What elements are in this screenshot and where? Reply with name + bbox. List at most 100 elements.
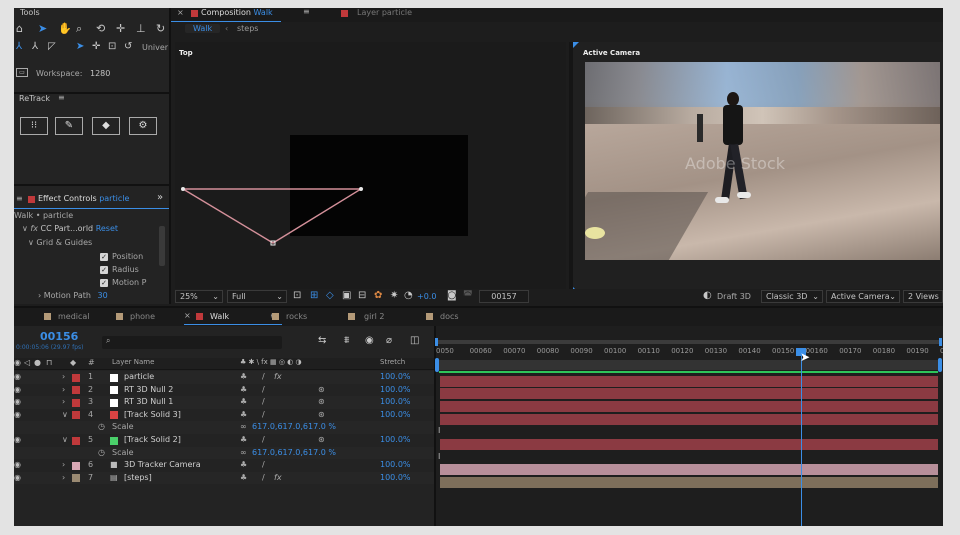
- time-ruler[interactable]: 0050 00060 00070 00080 00090 00100 00110 00120 0…: [436, 347, 943, 359]
- universal-label[interactable]: Univer: [142, 43, 168, 52]
- expand-arrow-icon[interactable]: ›: [62, 396, 65, 409]
- timecode-field[interactable]: 00157: [479, 290, 529, 303]
- shy-switch-icon[interactable]: ♣: [240, 396, 247, 409]
- link-icon[interactable]: ∞: [240, 447, 247, 460]
- col-stretch[interactable]: Stretch: [380, 358, 405, 366]
- eye-toggle-icon[interactable]: ◉: [14, 459, 21, 472]
- expand-arrow-icon[interactable]: ∨: [28, 238, 34, 247]
- snapshot-icon[interactable]: ◙: [447, 290, 457, 301]
- label-swatch[interactable]: [72, 411, 80, 420]
- home-icon[interactable]: ⌂: [16, 22, 23, 35]
- scale-property-row[interactable]: ◷ Scale ∞ 617.0,617.0,617.0 %: [14, 446, 434, 460]
- scale-value[interactable]: 617.0,617.0,617.0 %: [252, 447, 336, 460]
- expand-arrow-icon[interactable]: ∨: [22, 224, 28, 233]
- layer-stretch[interactable]: 100.0%: [380, 371, 411, 384]
- footage-frame[interactable]: Adobe Stock: [585, 62, 940, 260]
- axis-world-icon[interactable]: ⅄: [32, 41, 38, 52]
- close-icon[interactable]: ×: [177, 8, 184, 17]
- shy-switch-icon[interactable]: ♣: [240, 409, 247, 422]
- tab-rocks[interactable]: rocks: [286, 312, 307, 321]
- quality-switch-icon[interactable]: /: [262, 384, 265, 397]
- axis-local-icon[interactable]: ⅄: [16, 41, 22, 52]
- motion-path-value[interactable]: 30: [98, 291, 108, 300]
- layer-duration-bar[interactable]: [440, 476, 938, 488]
- draft-icon[interactable]: ⌀: [386, 335, 392, 346]
- label-swatch[interactable]: [72, 461, 80, 470]
- zoom-dropdown[interactable]: 25% ⌄: [175, 290, 223, 303]
- 3d-layer-icon[interactable]: ⊛: [318, 434, 325, 447]
- resolution-dropdown[interactable]: Full ⌄: [227, 290, 287, 303]
- layer-name[interactable]: RT 3D Null 1: [124, 396, 173, 409]
- eye-toggle-icon[interactable]: ◉: [14, 384, 21, 397]
- checkbox-icon[interactable]: ✓: [100, 278, 108, 287]
- quality-switch-icon[interactable]: /: [262, 434, 265, 447]
- layer-tab[interactable]: Layer particle: [357, 8, 412, 17]
- tab-walk[interactable]: Walk: [210, 312, 229, 321]
- quality-switch-icon[interactable]: /: [262, 472, 265, 485]
- expand-arrow-icon[interactable]: ›: [62, 459, 65, 472]
- workspace-value[interactable]: 1280: [90, 69, 110, 78]
- exposure-value[interactable]: +0.0: [417, 292, 436, 301]
- layer-row[interactable]: ◉ ∨ 4 [Track Solid 3] ♣ / ⊛ 100.0%: [14, 408, 434, 422]
- move-tool-icon[interactable]: ✛: [116, 22, 125, 35]
- retrack-settings-button[interactable]: ⚙: [129, 117, 157, 135]
- rotate-small-icon[interactable]: ↺: [124, 41, 132, 52]
- shy-switch-icon[interactable]: ♣: [240, 371, 247, 384]
- camera-path[interactable]: [175, 42, 566, 293]
- graph-editor-icon[interactable]: ◫: [410, 335, 419, 346]
- show-snapshot-icon[interactable]: ◚: [463, 290, 473, 301]
- shy-switch-icon[interactable]: ♣: [240, 434, 247, 447]
- retrack-keyframe-button[interactable]: ◆: [92, 117, 120, 135]
- layer-duration-bar[interactable]: [440, 388, 938, 400]
- crosshair-icon[interactable]: ✛: [92, 41, 100, 52]
- expand-arrow-icon[interactable]: ∨: [62, 434, 68, 447]
- close-icon[interactable]: ×: [184, 311, 191, 320]
- scale-property-row[interactable]: ◷ Scale ∞ 617.0,617.0,617.0 %: [14, 421, 434, 434]
- layer-duration-bar[interactable]: [440, 438, 938, 450]
- layer-stretch[interactable]: 100.0%: [380, 396, 411, 409]
- tab-medical[interactable]: medical: [58, 312, 90, 321]
- work-area-bar[interactable]: [435, 338, 942, 346]
- layer-stretch[interactable]: 100.0%: [380, 459, 411, 472]
- eye-toggle-icon[interactable]: ◉: [14, 396, 21, 409]
- layer-name[interactable]: [Track Solid 2]: [124, 434, 181, 447]
- renderer-dropdown[interactable]: Classic 3D ⌄: [761, 290, 823, 303]
- guides-icon[interactable]: ▣: [342, 290, 351, 301]
- effect-controls-tab[interactable]: Effect Controls particle: [38, 194, 129, 203]
- axis-view-icon[interactable]: ◸: [48, 41, 56, 52]
- stopwatch-icon[interactable]: ◷: [98, 447, 105, 460]
- panel-menu-icon[interactable]: ≡: [303, 8, 310, 16]
- expand-arrow-icon[interactable]: ›: [62, 384, 65, 397]
- option-motion-p[interactable]: ✓ Motion P: [100, 278, 147, 287]
- panel-overflow-icon[interactable]: »: [157, 192, 163, 203]
- expand-arrow-icon[interactable]: ∨: [62, 409, 68, 422]
- shy-switch-icon[interactable]: ♣: [240, 384, 247, 397]
- tab-girl-2[interactable]: girl 2: [364, 312, 384, 321]
- playhead-line[interactable]: [801, 354, 802, 526]
- 3d-layer-icon[interactable]: ⊛: [318, 396, 325, 409]
- color-channels-icon[interactable]: ✿: [374, 290, 382, 301]
- label-swatch[interactable]: [72, 373, 80, 382]
- label-swatch[interactable]: [72, 386, 80, 395]
- checkbox-icon[interactable]: ✓: [100, 265, 108, 274]
- eye-toggle-icon[interactable]: ◉: [14, 434, 21, 447]
- draft-3d-label[interactable]: Draft 3D: [717, 292, 751, 301]
- tab-docs[interactable]: docs: [440, 312, 459, 321]
- keyframe-icon[interactable]: I: [438, 426, 440, 435]
- expand-arrow-icon[interactable]: ›: [62, 371, 65, 384]
- layer-stretch[interactable]: 100.0%: [380, 472, 411, 485]
- views-dropdown[interactable]: 2 Views: [903, 290, 943, 303]
- group-row[interactable]: ∨ Grid & Guides: [28, 238, 92, 247]
- layer-stretch[interactable]: 100.0%: [380, 409, 411, 422]
- rotate-tool-icon[interactable]: ⟲: [96, 22, 105, 35]
- fx-switch-icon[interactable]: fx: [274, 371, 282, 384]
- tab-phone[interactable]: phone: [130, 312, 155, 321]
- scale-icon[interactable]: ⊡: [108, 41, 116, 52]
- layer-duration-bar[interactable]: [440, 464, 938, 475]
- checkbox-icon[interactable]: ✓: [100, 252, 108, 261]
- layer-name[interactable]: RT 3D Null 2: [124, 384, 173, 397]
- layer-name[interactable]: particle: [124, 371, 154, 384]
- retrack-wand-button[interactable]: ✎: [55, 117, 83, 135]
- scrollbar[interactable]: [159, 226, 165, 266]
- rotation-tool-icon[interactable]: ↻: [156, 22, 165, 35]
